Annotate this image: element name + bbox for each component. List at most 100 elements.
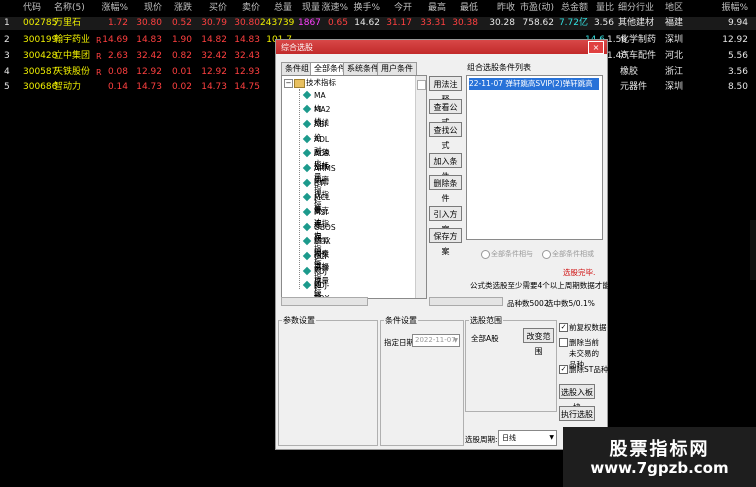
param-settings-group: 参数设置 — [278, 315, 378, 446]
col-header[interactable]: 今开 — [386, 2, 412, 15]
row-index: 4 — [4, 67, 10, 77]
view-formula-button[interactable]: 查看公式 — [429, 99, 462, 127]
col-header[interactable]: 现价 — [134, 2, 162, 15]
total-count: 品种数5002 — [507, 299, 549, 308]
indicator-icon — [302, 207, 312, 217]
price: 32.42 — [136, 51, 162, 61]
amplitude: 9.94 — [727, 18, 748, 28]
col-header[interactable]: 涨幅% — [100, 2, 128, 15]
delete-condition-button[interactable]: 删除条件 — [429, 175, 462, 203]
indicator-icon — [302, 90, 312, 100]
close-button[interactable]: × — [588, 41, 604, 54]
bid: 32.42 — [201, 51, 227, 61]
col-header[interactable]: 量比 — [592, 2, 614, 15]
col-header[interactable]: 细分行业 — [618, 2, 658, 15]
high: 33.31 — [420, 18, 446, 28]
prev-close: 30.28 — [489, 18, 515, 28]
import-plan-button[interactable]: 引入方案 — [429, 206, 462, 234]
col-header[interactable]: 地区 — [665, 2, 687, 15]
collapse-icon[interactable]: − — [284, 79, 293, 88]
industry: 其他建材 — [618, 18, 655, 28]
change: 0.82 — [171, 51, 192, 61]
checkbox-del-st-label: 删除ST品种 — [569, 365, 609, 374]
tree-scrollbar[interactable] — [415, 76, 426, 298]
col-header[interactable]: 卖价 — [233, 2, 260, 15]
period-select[interactable]: 日线 ▼ — [498, 430, 557, 446]
area: 浙江 — [665, 67, 684, 77]
vol-ratio: 1.56 — [607, 35, 628, 45]
ask: 14.75 — [234, 82, 260, 92]
pct-change: 1.72 — [107, 18, 128, 28]
col-header[interactable]: 名称(5) — [54, 2, 94, 15]
find-formula-button[interactable]: 查找公式 — [429, 122, 462, 150]
col-header[interactable]: 市盈(动) — [518, 2, 554, 15]
ask: 14.83 — [234, 35, 260, 45]
checkbox-del-st[interactable]: ✓ — [559, 365, 568, 374]
amount: 7.72亿 — [558, 18, 588, 28]
run-screen-button[interactable]: 执行选股 — [559, 406, 595, 421]
indicator-icon — [302, 251, 312, 261]
condition-list[interactable]: 22-11-07 弹轩跳高SVIP(2)弹轩跳高等于1 — [466, 75, 603, 240]
indicator-tree[interactable]: − 技术指标 MA 均线 MA2 均线 ABI 绝对广量指标 ADL 腾落指标 … — [281, 75, 427, 299]
vol-ratio: 3.56 — [593, 18, 614, 28]
tree-horizontal-scrollbar[interactable] — [281, 297, 368, 306]
industry: 元器件 — [620, 82, 648, 92]
pct-change: 14.69 — [102, 35, 128, 45]
open: 31.17 — [386, 18, 412, 28]
quote-header-row[interactable]: 代码 名称(5) 涨幅% 现价 涨跌 买价 卖价 总量 现量 涨速% 换手% 今… — [0, 2, 756, 15]
group-title: 条件设置 — [384, 315, 418, 326]
col-header[interactable]: 买价 — [200, 2, 227, 15]
col-header[interactable]: 涨跌 — [168, 2, 192, 15]
indicator-icon — [302, 280, 312, 290]
col-header[interactable]: 最高 — [420, 2, 446, 15]
col-header[interactable]: 现量 — [298, 2, 320, 15]
col-header[interactable]: 昨收 — [487, 2, 515, 15]
table-row[interactable]: 1 002785 万里石 1.72 30.80 0.52 30.79 30.80… — [0, 17, 756, 30]
ask: 32.43 — [234, 51, 260, 61]
add-condition-button[interactable]: 加入条件 — [429, 153, 462, 181]
save-plan-button[interactable]: 保存方案 — [429, 228, 462, 256]
col-header[interactable]: 振幅% — [712, 2, 748, 15]
checkbox-del-unlisted[interactable] — [559, 338, 568, 347]
tab-user-conditions[interactable]: 用户条件 — [377, 62, 417, 75]
stock-code: 300587 — [23, 67, 58, 77]
date-picker[interactable]: 2022-11-07 ▼ — [412, 334, 460, 347]
stock-name: 智动力 — [54, 82, 82, 92]
checkbox-prefq[interactable]: ✓ — [559, 323, 568, 332]
ask: 30.80 — [234, 18, 260, 28]
usage-notes-button[interactable]: 用法注释 — [429, 76, 462, 104]
change-range-button[interactable]: 改变范围 — [523, 328, 554, 356]
condition-list-item[interactable]: 22-11-07 弹轩跳高SVIP(2)弹轩跳高等于1 — [469, 78, 599, 90]
dialog-titlebar[interactable]: 综合选股 × — [276, 40, 607, 54]
col-header[interactable]: 总量 — [265, 2, 292, 15]
change: 0.02 — [171, 82, 192, 92]
indicator-icon — [302, 266, 312, 276]
stock-name: 天铁股份 — [54, 67, 91, 77]
bid: 12.92 — [201, 67, 227, 77]
right-scroll-edge[interactable] — [750, 220, 756, 280]
add-to-block-button[interactable]: 选股入板块 — [559, 384, 595, 412]
condition-settings-group: 条件设置 指定日期: 2022-11-07 ▼ — [380, 315, 464, 446]
stock-name: 立中集团 — [54, 51, 91, 61]
indicator-icon — [302, 236, 312, 246]
stock-code: 300428 — [23, 51, 58, 61]
col-header[interactable]: 换手% — [352, 2, 380, 15]
radio-or-label: 全部条件相或 — [552, 250, 594, 258]
col-header[interactable]: 代码 — [23, 2, 47, 15]
checkbox-prefq-label: 前复权数据 — [569, 323, 607, 332]
col-header[interactable]: 最低 — [452, 2, 478, 15]
tree-root-label[interactable]: 技术指标 — [306, 77, 336, 88]
amplitude: 8.50 — [727, 82, 748, 92]
turnover: 14.62 — [354, 18, 380, 28]
condition-list-title: 组合选股条件列表 — [467, 63, 531, 72]
vol-ratio: 1.40 — [607, 51, 628, 61]
radio-or[interactable] — [542, 250, 551, 259]
stock-screener-dialog: 综合选股 × 条件组 全部条件 系统条件 用户条件 − 技术指标 MA 均线 M… — [275, 39, 625, 450]
volume: 243739 — [260, 18, 295, 28]
watermark-line1: 股票指标网 — [609, 439, 710, 460]
radio-and[interactable] — [481, 250, 490, 259]
col-header[interactable]: 总金额 — [556, 2, 588, 15]
tab-condition-group[interactable]: 条件组 — [281, 62, 313, 75]
col-header[interactable]: 涨速% — [320, 2, 348, 15]
area: 深圳 — [665, 35, 684, 45]
